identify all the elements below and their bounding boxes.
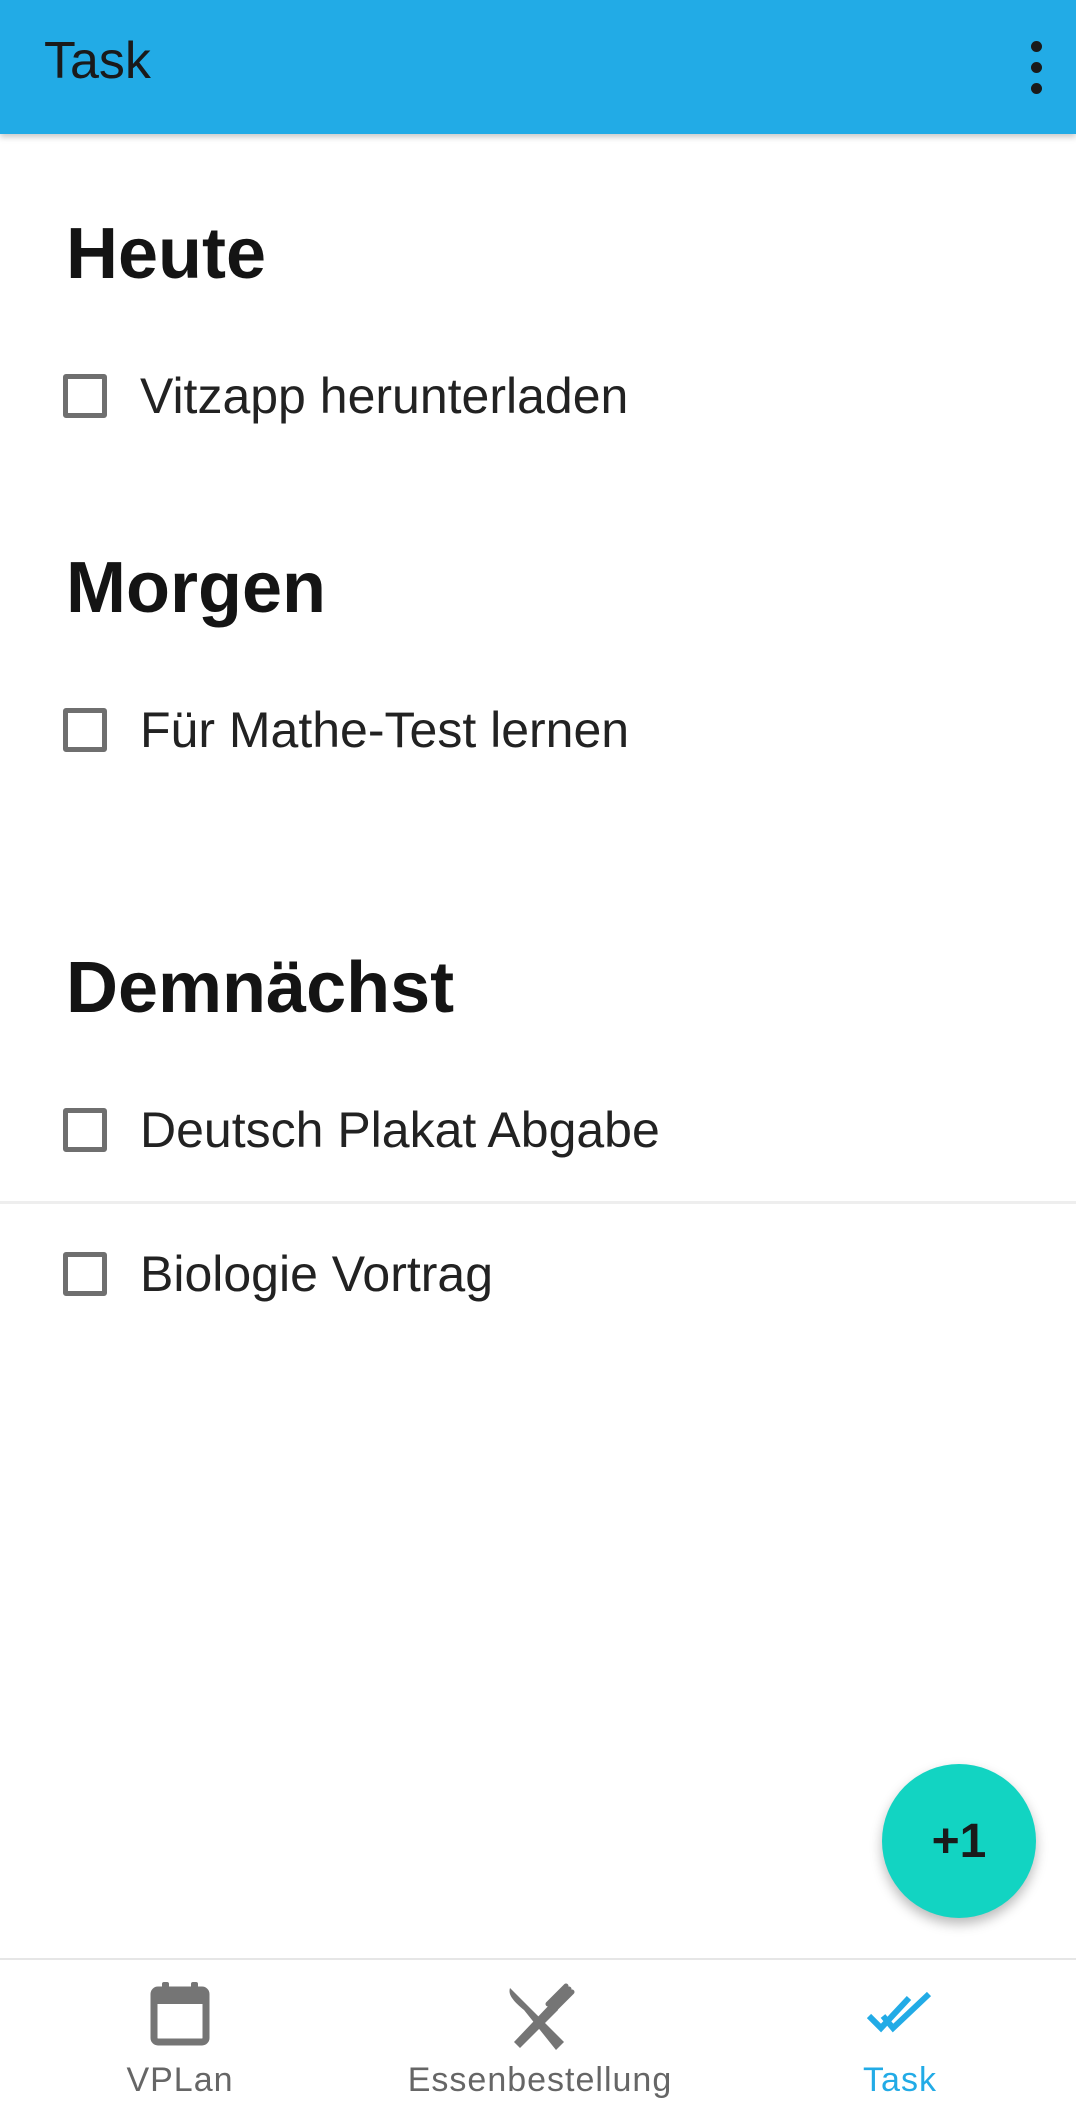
divider	[0, 1201, 1076, 1204]
section-title-morgen: Morgen	[66, 548, 326, 628]
nav-label: Essenbestellung	[407, 2061, 673, 2099]
section-title-demnaechst: Demnächst	[66, 948, 455, 1028]
task-row[interactable]: Biologie Vortrag	[0, 1224, 1076, 1324]
app-bar: Task	[0, 0, 1076, 134]
nav-item-essenbestellung[interactable]: Essenbestellung	[390, 1960, 690, 2114]
task-label: Biologie Vortrag	[140, 1246, 494, 1302]
task-checkbox[interactable]	[63, 374, 107, 418]
task-screen: Task Heute Vitzapp herunterladen Morgen …	[0, 0, 1076, 2114]
nav-label: Task	[863, 2061, 937, 2099]
bottom-navigation: VPLan Essenbestellung Task	[0, 1958, 1076, 2114]
task-label: Für Mathe-Test lernen	[140, 702, 630, 758]
nav-item-task[interactable]: Task	[790, 1960, 1010, 2114]
nav-label: VPLan	[126, 2061, 234, 2099]
task-row[interactable]: Deutsch Plakat Abgabe	[0, 1080, 1076, 1180]
calendar-icon	[150, 1982, 210, 2051]
task-label: Vitzapp herunterladen	[140, 368, 629, 424]
task-checkbox[interactable]	[63, 1252, 107, 1296]
more-vert-icon[interactable]	[1006, 22, 1066, 112]
done-all-icon	[866, 1990, 933, 2041]
fab-label: +1	[931, 1814, 987, 1868]
add-task-fab[interactable]: +1	[882, 1764, 1036, 1918]
task-row[interactable]: Für Mathe-Test lernen	[0, 680, 1076, 780]
utensils-icon	[504, 1982, 576, 2059]
task-label: Deutsch Plakat Abgabe	[140, 1102, 660, 1158]
app-bar-title: Task	[44, 32, 151, 90]
nav-item-vplan[interactable]: VPLan	[40, 1960, 320, 2114]
section-title-heute: Heute	[66, 214, 267, 294]
task-row[interactable]: Vitzapp herunterladen	[0, 346, 1076, 446]
task-checkbox[interactable]	[63, 1108, 107, 1152]
task-checkbox[interactable]	[63, 708, 107, 752]
